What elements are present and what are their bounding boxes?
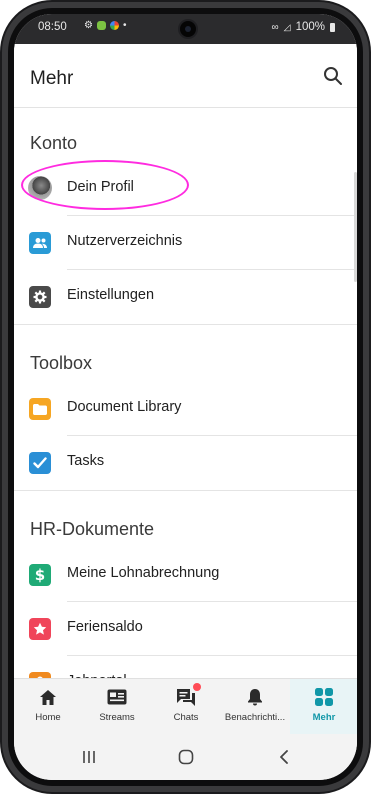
section-title-konto: Konto	[30, 133, 78, 153]
scrollbar[interactable]	[354, 172, 357, 282]
checkbox-icon	[29, 452, 51, 474]
menu-item-label: Einstellungen	[67, 287, 155, 303]
menu-item-label: Feriensaldo	[67, 619, 143, 635]
tab-label: Mehr	[312, 712, 336, 723]
signal-icon: ◿	[283, 21, 291, 32]
dollar-icon: $	[29, 564, 51, 586]
phone-frame: 08:50 ⚙ • ∞ ◿ 100% Mehr Konto Dein Profi…	[0, 0, 371, 794]
menu-item-tasks[interactable]: Tasks	[14, 436, 357, 490]
app-notification-icon	[109, 21, 119, 30]
section-divider	[14, 324, 357, 325]
highlight-annotation	[21, 160, 189, 210]
status-right: ∞ ◿ 100%	[272, 21, 335, 33]
tab-streams[interactable]: Streams	[83, 679, 151, 735]
link-icon: ∞	[271, 21, 279, 33]
dot-icon: •	[122, 20, 127, 31]
bell-icon	[244, 687, 266, 707]
battery-icon	[330, 22, 335, 32]
section-divider	[14, 490, 357, 491]
system-navigation-bar	[14, 734, 357, 780]
chat-icon	[175, 683, 201, 707]
back-button[interactable]	[269, 746, 299, 768]
menu-list: Konto Dein Profil Nutzerverzeichnis Eins…	[14, 108, 357, 694]
gear-icon: ⚙	[84, 20, 93, 31]
home-icon	[37, 687, 59, 707]
tab-chats[interactable]: Chats	[152, 679, 220, 735]
home-system-icon	[178, 749, 194, 765]
menu-item-payslip[interactable]: $ Meine Lohnabrechnung	[14, 548, 357, 602]
chevron-left-icon	[280, 750, 288, 764]
page-title: Mehr	[30, 68, 74, 89]
tab-label: Home	[35, 712, 61, 723]
star-icon	[29, 618, 51, 640]
tab-home[interactable]: Home	[14, 679, 82, 735]
section-title-toolbox: Toolbox	[30, 353, 93, 373]
tab-label: Streams	[99, 712, 135, 723]
menu-item-vacation-balance[interactable]: Feriensaldo	[14, 602, 357, 656]
unread-badge	[193, 683, 201, 691]
battery-percent: 100%	[295, 21, 325, 33]
bottom-navigation: Home Streams Chats Benachrichti... Mehr	[14, 678, 357, 735]
menu-item-document-library[interactable]: Document Library	[14, 382, 357, 436]
screen: 08:50 ⚙ • ∞ ◿ 100% Mehr Konto Dein Profi…	[14, 14, 357, 780]
menu-item-settings[interactable]: Einstellungen	[14, 270, 357, 324]
gear-icon	[29, 286, 51, 308]
android-icon	[96, 21, 106, 30]
recent-apps-button[interactable]	[74, 746, 104, 768]
notification-icons: ⚙ •	[84, 20, 126, 31]
search-icon	[324, 67, 342, 85]
menu-item-label: Tasks	[67, 453, 105, 469]
status-time: 08:50	[38, 21, 67, 33]
recent-apps-icon	[83, 751, 95, 763]
section-title-hr-documents: HR-Dokumente	[30, 519, 155, 539]
grid-icon	[313, 687, 335, 707]
streams-icon	[106, 687, 128, 707]
tab-more[interactable]: Mehr	[290, 679, 357, 735]
users-icon	[29, 232, 51, 254]
menu-item-label: Meine Lohnabrechnung	[67, 565, 220, 581]
menu-item-label: Nutzerverzeichnis	[67, 233, 183, 249]
tab-label: Chats	[173, 712, 199, 723]
folder-icon	[29, 398, 51, 420]
menu-item-label: Document Library	[67, 399, 182, 415]
home-system-button[interactable]	[171, 746, 201, 768]
search-button[interactable]	[321, 64, 345, 88]
menu-item-user-directory[interactable]: Nutzerverzeichnis	[14, 216, 357, 270]
app-bar: Mehr	[14, 44, 357, 108]
front-camera	[178, 19, 198, 39]
tab-label: Benachrichti...	[224, 712, 286, 723]
tab-notifications[interactable]: Benachrichti...	[221, 679, 289, 735]
